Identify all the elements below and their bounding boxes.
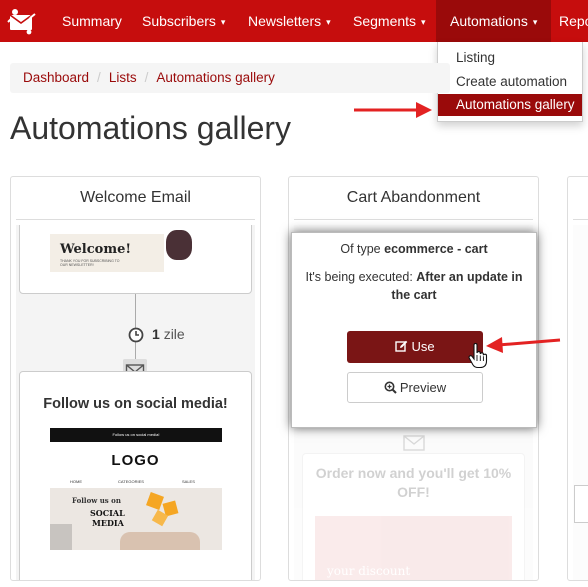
social-media-banner: Follow us on SOCIAL MEDIA	[50, 488, 222, 550]
delay-value: 1	[152, 326, 160, 342]
email-thumbnail: Follow us on social media! Follow us on …	[19, 371, 252, 580]
trigger-prefix: It's being executed:	[305, 270, 417, 284]
use-button-label: Use	[411, 339, 435, 354]
delay-label: 1 zile	[152, 326, 185, 342]
caret-down-icon: ▾	[421, 17, 426, 27]
page-title: Automations gallery	[10, 110, 292, 146]
zoom-in-icon	[384, 381, 397, 394]
automations-dropdown-menu: Listing Create automation Automations ga…	[437, 42, 583, 122]
nav-automations[interactable]: Automations ▾	[436, 0, 552, 42]
email-thumbnail: Welcome! THANK YOU FOR SUBSCRIBING TO OU…	[19, 225, 252, 294]
nav-subscribers-label: Subscribers	[142, 13, 216, 29]
flowers-image	[166, 230, 192, 260]
nav-automations-label: Automations	[450, 13, 528, 29]
breadcrumb-separator: /	[97, 70, 101, 85]
hand-cursor-icon	[468, 343, 488, 369]
divider	[573, 219, 588, 220]
welcome-subtext: THANK YOU FOR SUBSCRIBING TO OUR NEWSLET…	[60, 259, 120, 267]
use-button[interactable]: Use	[347, 331, 483, 363]
automation-details-popup: Of type ecommerce - cart It's being exec…	[291, 232, 537, 428]
type-value: ecommerce - cart	[384, 242, 488, 256]
breadcrumb-dashboard[interactable]: Dashboard	[23, 70, 89, 85]
nav-summary-label: Summary	[62, 13, 122, 29]
banner-media-text: MEDIA	[92, 518, 124, 528]
discount-text: your discount	[327, 564, 411, 578]
caret-down-icon: ▾	[532, 17, 538, 27]
breadcrumb-separator: /	[144, 70, 149, 85]
automation-flow-preview: Welcome! THANK YOU FOR SUBSCRIBING TO OU…	[16, 225, 255, 580]
automation-trigger: It's being executed: After an update in	[300, 268, 528, 286]
automation-type: Of type ecommerce - cart	[300, 240, 528, 258]
hand-image	[120, 532, 200, 550]
nav-reports[interactable]: Repo	[559, 0, 588, 42]
email-title: Order now and you'll get 10% OFF!	[315, 465, 512, 500]
card-title: Cart Abandonment	[346, 189, 481, 206]
menu-item-listing[interactable]: Listing	[438, 47, 582, 69]
automation-card-partial[interactable]	[567, 176, 588, 581]
trigger-value-line1: After an update in	[416, 270, 523, 284]
top-navbar: Summary Subscribers ▾ Newsletters ▾ Segmen…	[0, 0, 588, 42]
trigger-value-line2: the cart	[391, 288, 437, 302]
red-arrow-annotation	[486, 337, 561, 353]
divider	[294, 219, 533, 220]
delay-unit: zile	[163, 326, 185, 342]
caret-down-icon: ▾	[326, 17, 331, 27]
preview-button[interactable]: Preview	[347, 372, 483, 403]
nav-newsletters-label: Newsletters	[248, 13, 322, 29]
email-menu-sales: SALES	[182, 479, 195, 484]
email-menu-categories: CATEGORIES	[118, 479, 144, 484]
automation-flow-preview	[573, 225, 588, 580]
mail-envelope-logo-icon[interactable]	[7, 6, 37, 36]
automation-trigger-continued: the cart	[300, 286, 528, 304]
menu-item-automations-gallery[interactable]: Automations gallery	[438, 94, 582, 116]
email-logo: LOGO	[111, 452, 160, 469]
nav-segments[interactable]: Segments ▾	[353, 0, 426, 42]
divider	[16, 219, 255, 220]
type-prefix: Of type	[340, 242, 385, 256]
automation-card-welcome-email[interactable]: Welcome Email Welcome! THANK YOU FOR SUB…	[10, 176, 261, 581]
breadcrumb: Dashboard / Lists / Automations gallery	[10, 63, 450, 93]
preview-button-label: Preview	[399, 380, 447, 395]
nav-segments-label: Segments	[353, 13, 417, 29]
welcome-banner: Welcome! THANK YOU FOR SUBSCRIBING TO OU…	[50, 234, 164, 272]
welcome-banner-text: Welcome!	[60, 242, 132, 257]
email-header-bar: Follow us on social media!	[50, 428, 222, 442]
nav-subscribers[interactable]: Subscribers ▾	[142, 0, 225, 42]
email-thumbnail: Order now and you'll get 10% OFF! your d…	[302, 453, 525, 580]
nav-scroll-button[interactable]	[574, 485, 588, 523]
breadcrumb-lists[interactable]: Lists	[109, 70, 137, 85]
banner-social-text: SOCIAL	[90, 508, 125, 518]
nav-newsletters[interactable]: Newsletters ▾	[248, 0, 331, 42]
edit-icon	[395, 340, 408, 352]
clock-icon	[128, 327, 144, 343]
breadcrumb-automations-gallery[interactable]: Automations gallery	[156, 70, 275, 85]
caret-down-icon: ▾	[220, 17, 226, 27]
social-icon-tile	[146, 492, 164, 510]
menu-item-create-automation[interactable]: Create automation	[438, 71, 582, 93]
discount-banner: your discount	[315, 516, 512, 580]
nav-reports-label: Repo	[559, 13, 588, 29]
banner-follow-text: Follow us on	[72, 496, 121, 505]
phone-image	[50, 524, 72, 550]
email-menu-home: HOME	[70, 479, 82, 484]
envelope-icon	[403, 435, 425, 451]
email-title: Follow us on social media!	[43, 396, 228, 412]
nav-summary[interactable]: Summary	[62, 0, 122, 42]
card-title: Welcome Email	[80, 189, 191, 206]
red-arrow-annotation	[354, 102, 432, 118]
